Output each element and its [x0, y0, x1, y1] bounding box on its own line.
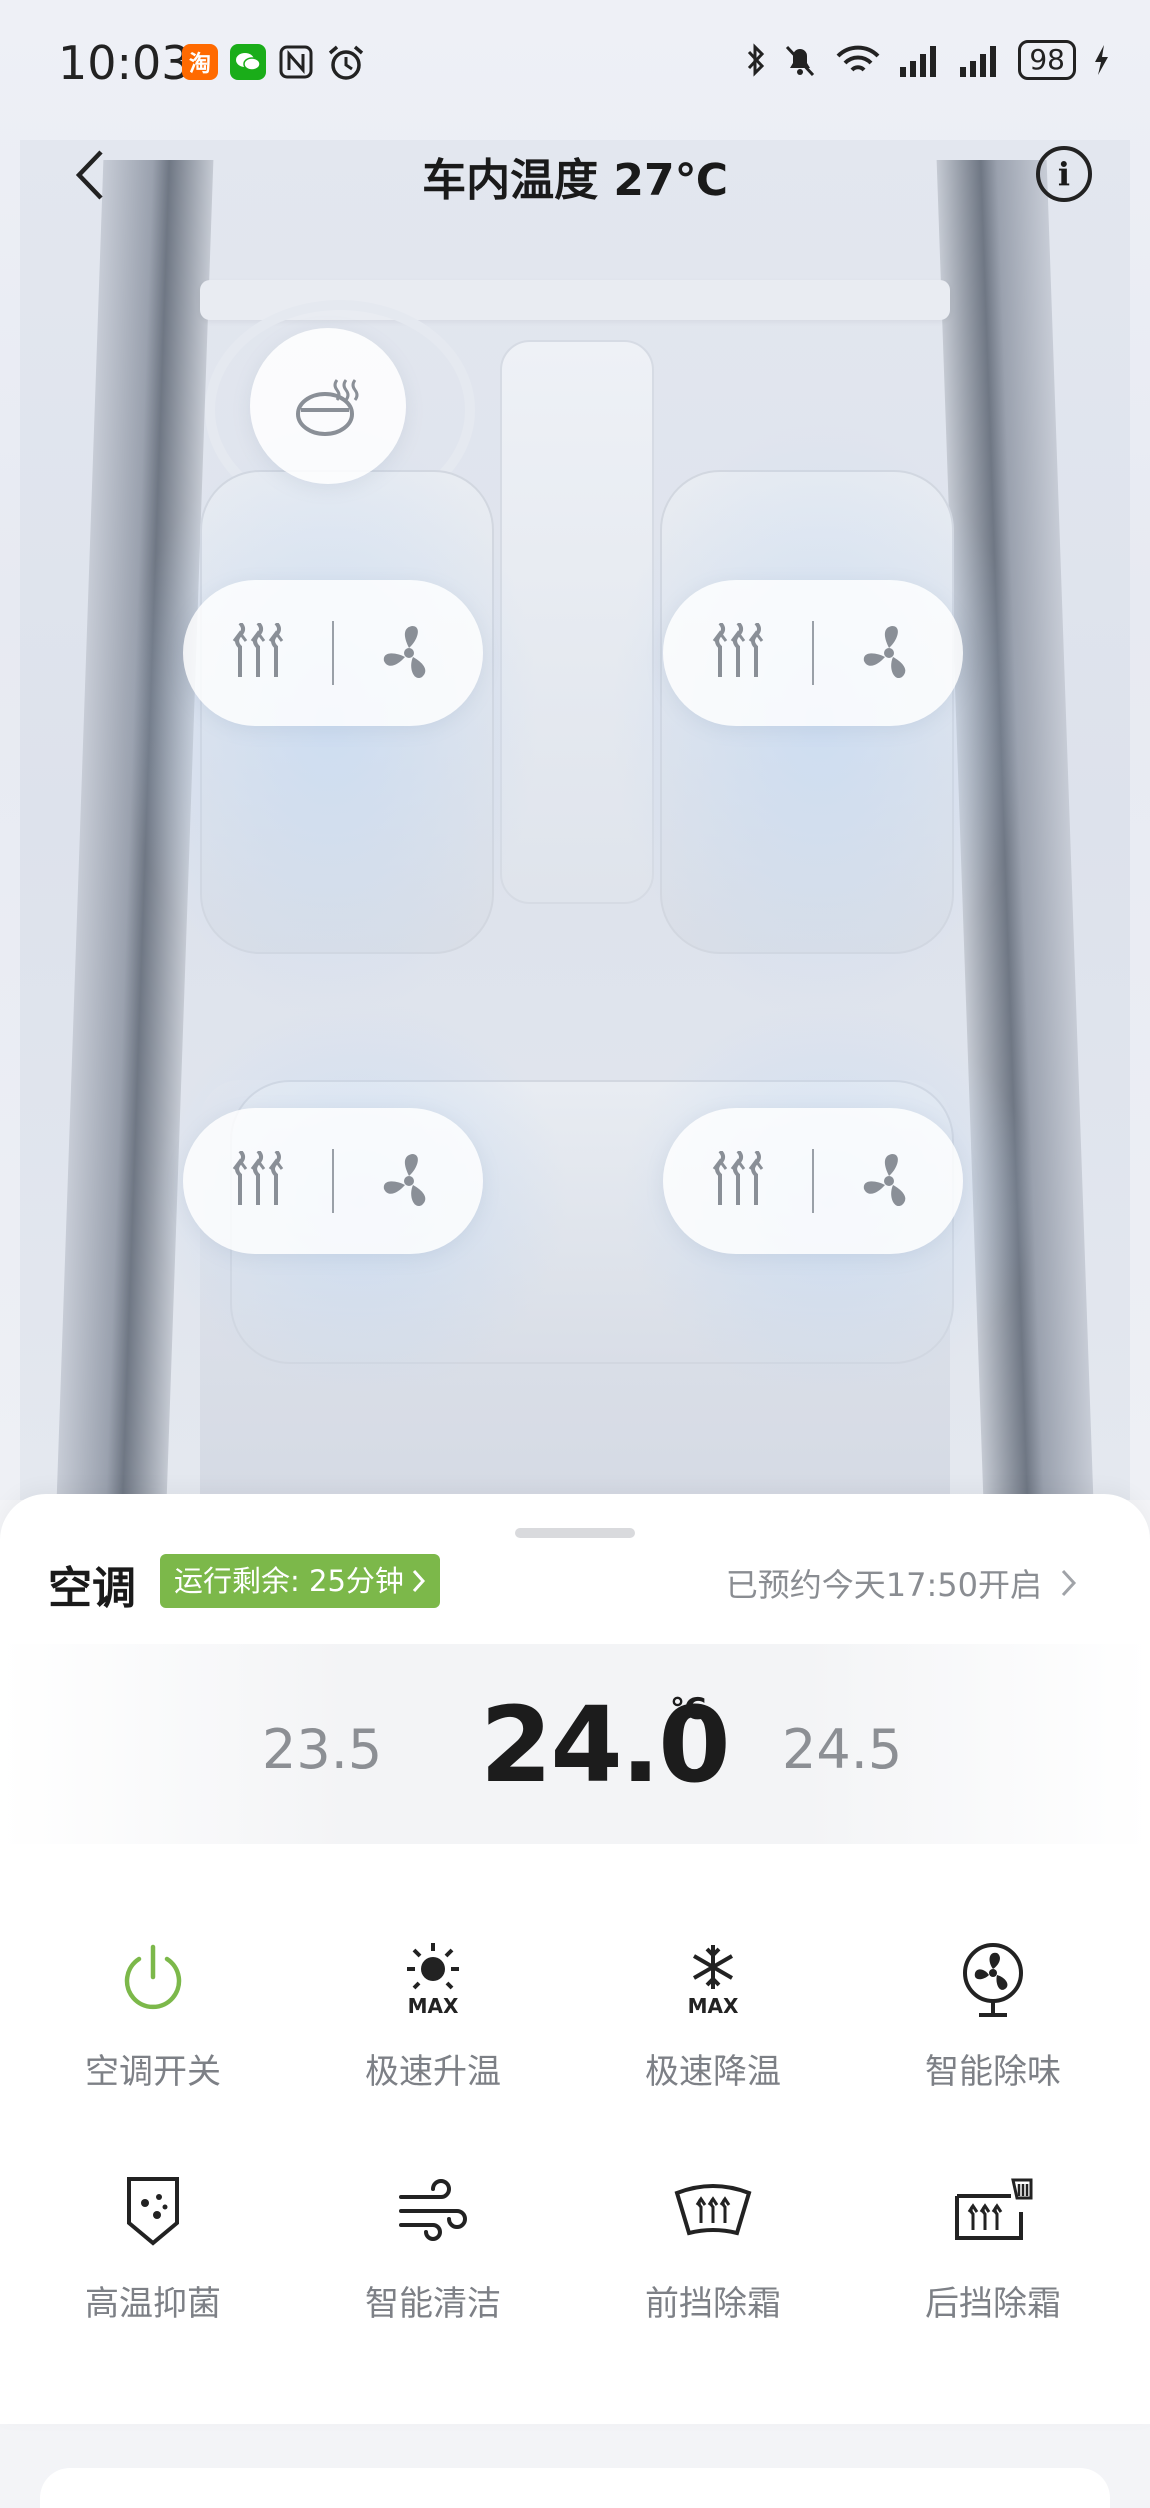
- seat-vent-fan-icon: [863, 626, 905, 679]
- front-defrost-button[interactable]: 前挡除霜: [573, 2166, 853, 2325]
- seat-heat-icon: [232, 1151, 283, 1205]
- seat-vent-fan-icon: [863, 1154, 905, 1207]
- function-label: 极速降温: [645, 2052, 781, 2092]
- alarm-icon: [326, 44, 366, 82]
- rear-left-seat-controls: [183, 1108, 483, 1254]
- function-label: 智能除味: [925, 2052, 1061, 2092]
- next-card-peek: [40, 2468, 1110, 2508]
- wind-icon: [399, 2179, 467, 2241]
- function-label: 智能清洁: [365, 2284, 501, 2324]
- function-label: 极速升温: [365, 2052, 501, 2092]
- power-toggle-button[interactable]: 空调开关: [13, 1934, 293, 2093]
- system-status-icons: 98: [746, 40, 1110, 80]
- sun-max-icon: MAX: [407, 1943, 459, 2018]
- rear-left-seat-vent-button[interactable]: [334, 1108, 483, 1254]
- function-label: 空调开关: [85, 2052, 221, 2092]
- rear-defrost-button[interactable]: 后挡除霜: [853, 2166, 1133, 2325]
- status-bar: 10:03 淘 98: [0, 0, 1150, 130]
- front-defrost-icon: [674, 2184, 752, 2236]
- seat-vent-fan-icon: [383, 1154, 425, 1207]
- smart-deodorize-button[interactable]: 智能除味: [853, 1934, 1133, 2093]
- seat-heat-icon: [712, 623, 763, 677]
- function-label: 后挡除霜: [925, 2284, 1061, 2324]
- signal-icon: [900, 46, 937, 77]
- nfc-icon: [278, 44, 314, 80]
- mute-bell-icon: [786, 45, 815, 77]
- function-label: 高温抑菌: [85, 2284, 221, 2324]
- ac-control-panel: 空调 运行剩余: 25分钟 已预约今天17:50开启 23.5 24.0 ℃ 2…: [0, 1494, 1150, 2424]
- remaining-time-badge[interactable]: 运行剩余: 25分钟: [160, 1554, 440, 1608]
- temperature-selector[interactable]: 23.5 24.0 ℃ 24.5: [0, 1644, 1150, 1844]
- smart-clean-button[interactable]: 智能清洁: [293, 2166, 573, 2325]
- schedule-text: 已预约今天17:50开启: [725, 1566, 1042, 1604]
- shield-icon: [127, 2177, 179, 2246]
- rear-right-seat-heat-button[interactable]: [663, 1108, 812, 1254]
- front-right-seat-controls: [663, 580, 963, 726]
- front-left-seat-controls: [183, 580, 483, 726]
- front-left-seat-heat-button[interactable]: [183, 580, 332, 726]
- ac-section-title: 空调: [48, 1563, 136, 1614]
- seat-vent-fan-icon: [383, 626, 425, 679]
- rapid-heat-button[interactable]: MAX 极速升温: [293, 1934, 573, 2093]
- status-time: 10:03: [58, 36, 191, 90]
- info-icon: i: [1057, 155, 1071, 193]
- bluetooth-icon: [748, 43, 765, 77]
- chevron-right-icon: [412, 1569, 425, 1593]
- temp-option-lower[interactable]: 23.5: [262, 1718, 382, 1781]
- car-cabin-view: [0, 0, 1150, 1500]
- wechat-icon: [230, 44, 266, 80]
- sterilize-button[interactable]: 高温抑菌: [13, 2166, 293, 2325]
- taobao-icon: 淘: [182, 44, 218, 80]
- rapid-cool-button[interactable]: MAX 极速降温: [573, 1934, 853, 2093]
- snowflake-max-icon: MAX: [688, 1945, 739, 2018]
- chevron-right-icon: [1061, 1569, 1077, 1597]
- rear-left-seat-heat-button[interactable]: [183, 1108, 332, 1254]
- rear-right-seat-controls: [663, 1108, 963, 1254]
- seat-heat-icon: [712, 1151, 763, 1205]
- temp-unit: ℃: [670, 1692, 707, 1727]
- fan-icon: [963, 1943, 1023, 2017]
- front-right-seat-heat-button[interactable]: [663, 580, 812, 726]
- front-right-seat-vent-button[interactable]: [814, 580, 963, 726]
- remaining-time-text: 运行剩余: 25分钟: [174, 1564, 404, 1598]
- front-left-seat-vent-button[interactable]: [334, 580, 483, 726]
- charging-icon: [1095, 45, 1108, 75]
- wifi-icon: [836, 45, 880, 72]
- function-label: 前挡除霜: [645, 2284, 781, 2324]
- drag-handle[interactable]: [515, 1528, 635, 1538]
- max-label: MAX: [408, 1994, 459, 2018]
- temp-option-higher[interactable]: 24.5: [782, 1718, 902, 1781]
- battery-level: 98: [1018, 40, 1076, 80]
- info-button[interactable]: i: [1036, 146, 1092, 202]
- steering-wheel-heat-button[interactable]: [250, 328, 406, 484]
- page-title: 车内温度 27℃: [422, 155, 728, 206]
- signal-icon-2: [960, 46, 997, 77]
- page-header: 车内温度 27℃ i: [0, 130, 1150, 220]
- rear-defrost-icon: [955, 2178, 1033, 2240]
- schedule-link[interactable]: 已预约今天17:50开启: [726, 1560, 1078, 1606]
- rear-right-seat-vent-button[interactable]: [814, 1108, 963, 1254]
- steering-wheel-heat-icon: [296, 379, 359, 436]
- seat-heat-icon: [232, 623, 283, 677]
- notification-icons: 淘: [182, 44, 366, 82]
- max-label: MAX: [688, 1994, 739, 2018]
- power-icon: [124, 1944, 182, 2010]
